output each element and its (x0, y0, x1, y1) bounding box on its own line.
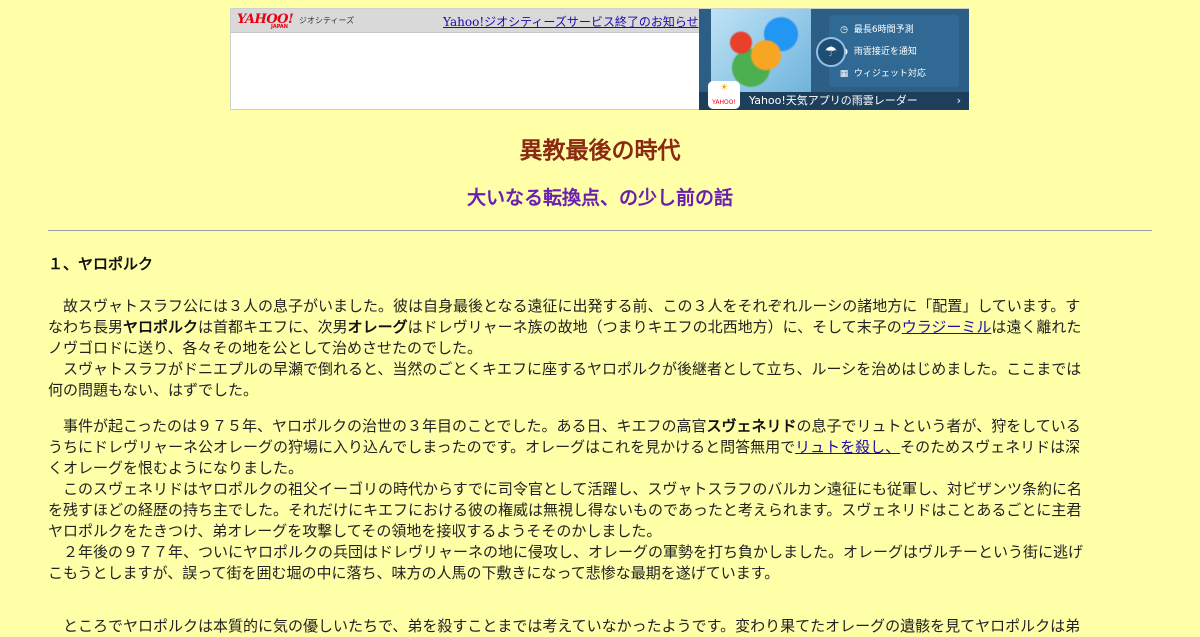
text-line: こもうとしますが、誤って街を囲む堀の中に落ち、味方の人馬の下敷きになって悲惨な最… (48, 564, 780, 582)
geocities-label: ジオシティーズ (299, 16, 355, 25)
widget-grid-icon: ▦ (839, 69, 849, 79)
text-line: うちにドレヴリャーネ公オレーグの狩場に入り込んでしまったのです。オレーグはこれを… (48, 438, 1081, 456)
geocities-banner: YAHOO! JAPAN ジオシティーズ Yahoo!ジオシティーズサービス終了… (230, 8, 969, 110)
clock-icon: ◷ (840, 25, 848, 35)
ad-feature-notify: ● 雨雲接近を通知 (837, 44, 917, 57)
weather-app-ad[interactable]: ◷ 最長6時間予測 ● 雨雲接近を通知 ▦ ウィジェット対応 ☂ Yahoo!天… (699, 9, 969, 110)
page-subtitle: 大いなる転換点、の少し前の話 (466, 187, 733, 209)
text-line: ノヴゴロドに送り、各々その地を公として治めさせたのでした。 (48, 339, 482, 357)
ad-feature-panel: ◷ 最長6時間予測 ● 雨雲接近を通知 ▦ ウィジェット対応 (829, 15, 959, 87)
name-sveneld: スヴェネリド (706, 417, 797, 435)
page-title: 異教最後の時代 (519, 138, 681, 164)
rain-cloud-icon: ☂ (816, 37, 846, 67)
text-line: ヤロポルクをたきつけ、弟オレーグを攻撃してその領地を接収するようそそのかしました… (48, 522, 662, 540)
text-line: このスヴェネリドはヤロポルクの祖父イーゴリの時代からすでに司令官として活躍し、ス… (48, 480, 1082, 498)
text-line: 何の問題もない、はずでした。 (48, 381, 259, 399)
banner-bar: YAHOO! JAPAN ジオシティーズ Yahoo!ジオシティーズサービス終了… (231, 9, 699, 33)
service-end-notice-link[interactable]: Yahoo!ジオシティーズサービス終了のお知らせ (443, 13, 699, 30)
horizontal-divider (48, 230, 1152, 231)
text-line: なわち長男ヤロポルクは首都キエフに、次男オレーグはドレヴリャーネ族の故地（つまり… (48, 318, 1082, 336)
name-oleg: オレーグ (347, 318, 408, 336)
name-yaropolk: ヤロポルク (123, 318, 199, 336)
yahoo-japan-label: JAPAN (271, 24, 288, 30)
ad-feature-forecast: ◷ 最長6時間予測 (837, 22, 914, 35)
paragraph-3: ところでヤロポルクは本質的に気の優しいたちで、弟を殺すことまでは考えていなかった… (48, 616, 1152, 637)
ad-feature-widget: ▦ ウィジェット対応 (837, 66, 926, 79)
section-heading: １、ヤロポルク (48, 255, 154, 273)
ad-footer-text: Yahoo!天気アプリの雨雲レーダー (749, 94, 918, 107)
text-line: を残すほどの経歴の持ち主でした。それだけにキエフにおける彼の権威は無視し得ないも… (48, 501, 1082, 519)
paragraph-2: 事件が起こったのは９７５年、ヤロポルクの治世の３年目のことでした。ある日、キエフ… (48, 416, 1152, 584)
chevron-right-icon: › (956, 94, 961, 107)
weather-app-icon: ☀ YAHOO! (708, 81, 740, 109)
text-line: くオレーグを恨むようになりました。 (48, 459, 304, 477)
text-line: スヴャトスラフがドニエプルの早瀬で倒れると、当然のごとくキエフに座するヤロポルク… (48, 360, 1082, 378)
text-line: 故スヴャトスラフ公には３人の息子がいました。彼は自身最後となる遠征に出発する前、… (48, 297, 1081, 315)
paragraph-1: 故スヴャトスラフ公には３人の息子がいました。彼は自身最後となる遠征に出発する前、… (48, 296, 1152, 401)
vladimir-link[interactable]: ウラジーミル (902, 318, 992, 336)
text-line: ところでヤロポルクは本質的に気の優しいたちで、弟を殺すことまでは考えていなかった… (48, 617, 1081, 635)
sun-icon: ☀ (719, 83, 729, 93)
text-line: ２年後の９７７年、ついにヤロポルクの兵団はドレヴリャーネの地に侵攻し、オレーグの… (48, 543, 1084, 561)
lyut-killed-link[interactable]: リュトを殺し、 (795, 438, 900, 456)
text-line: 事件が起こったのは９７５年、ヤロポルクの治世の３年目のことでした。ある日、キエフ… (48, 417, 1081, 435)
